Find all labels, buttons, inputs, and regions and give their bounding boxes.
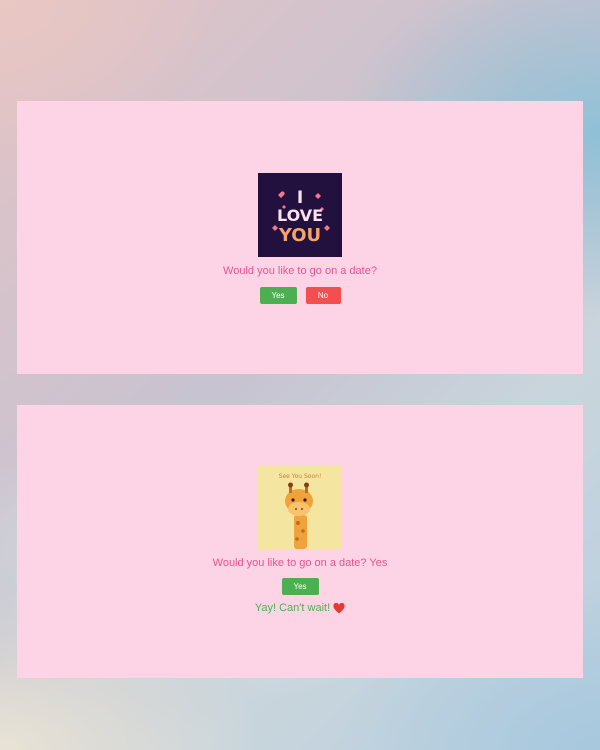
date-question-text: Would you like to go on a date? xyxy=(223,265,377,277)
no-button[interactable]: No xyxy=(305,287,341,304)
image-caption: See You Soon! xyxy=(279,473,322,480)
image-text-i: I xyxy=(297,188,303,208)
date-question-answered-text: Would you like to go on a date? Yes xyxy=(212,557,388,569)
success-message: Yay! Can't wait! xyxy=(255,602,345,614)
giraffe-image: See You Soon! xyxy=(258,465,342,549)
date-answer-card: See You Soon! Would you like to go on a … xyxy=(17,405,583,678)
date-question-card: I LOVE YOU Would you like to go on a dat… xyxy=(17,101,583,374)
i-love-you-image: I LOVE YOU xyxy=(258,173,342,257)
success-text: Yay! Can't wait! xyxy=(254,602,331,614)
image-text-love: LOVE xyxy=(277,206,323,225)
answer-buttons: Yes xyxy=(281,578,319,595)
answer-buttons: Yes No xyxy=(259,287,341,304)
page-background: { "card1": { "image": {"icon": "i-love-y… xyxy=(0,0,600,750)
yes-button[interactable]: Yes xyxy=(281,578,319,595)
image-text-you: YOU xyxy=(278,225,321,246)
red-heart-icon xyxy=(333,602,345,613)
yes-button[interactable]: Yes xyxy=(259,287,297,304)
